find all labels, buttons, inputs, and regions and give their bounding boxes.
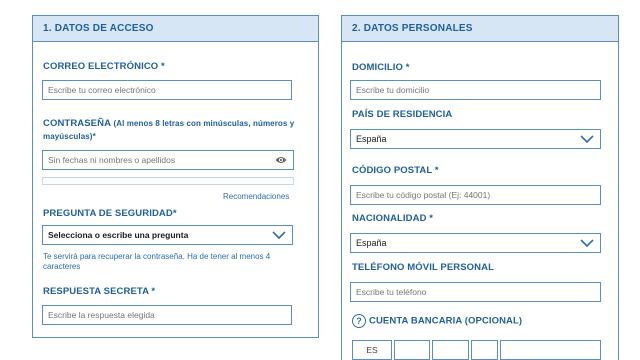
secret-answer-field[interactable]	[42, 305, 292, 325]
recommendations-link[interactable]: Recomendaciones	[223, 192, 289, 201]
personal-data-header: 2. DATOS PERSONALES	[341, 15, 619, 42]
chevron-down-icon	[580, 239, 594, 248]
nationality-value: España	[356, 238, 387, 248]
chevron-down-icon	[272, 231, 286, 240]
phone-field[interactable]	[350, 282, 601, 302]
iban-field-dc[interactable]	[471, 340, 498, 360]
password-label-text: CONTRASEÑA	[43, 118, 111, 129]
access-data-title: 1. DATOS DE ACCESO	[43, 23, 154, 34]
eye-icon[interactable]	[275, 155, 287, 165]
address-field[interactable]	[350, 80, 601, 100]
iban-field-office[interactable]	[432, 340, 469, 360]
nationality-select[interactable]: España	[350, 233, 601, 253]
iban-country-prefix: ES	[352, 340, 392, 360]
security-hint-line2: caracteres	[43, 262, 81, 271]
email-label: CORREO ELECTRÓNICO *	[43, 61, 165, 72]
password-label: CONTRASEÑA (Al menos 8 letras con minúsc…	[43, 117, 298, 143]
postal-code-field[interactable]	[350, 185, 601, 205]
email-field[interactable]	[42, 80, 292, 100]
security-question-label: PREGUNTA DE SEGURIDAD*	[43, 208, 177, 219]
password-rules: (Al menos 8 letras con minúsculas, númer…	[113, 119, 295, 128]
bank-account-label-text: CUENTA BANCARIA (OPCIONAL)	[369, 315, 523, 327]
help-icon[interactable]: ?	[352, 314, 366, 328]
country-label: PAÍS DE RESIDENCIA	[352, 109, 453, 120]
secret-answer-label: RESPUESTA SECRETA *	[43, 286, 156, 297]
personal-data-title: 2. DATOS PERSONALES	[352, 23, 473, 34]
security-question-select[interactable]: Selecciona o escribe una pregunta	[42, 225, 293, 245]
country-value: España	[356, 134, 387, 144]
country-select[interactable]: España	[350, 129, 601, 149]
access-data-header: 1. DATOS DE ACCESO	[32, 15, 319, 42]
address-label: DOMICILIO *	[352, 62, 410, 73]
bank-account-label: ? CUENTA BANCARIA (OPCIONAL)	[352, 314, 522, 328]
security-hint-line1: Te servirá para recuperar la contraseña.…	[43, 252, 271, 261]
iban-field-account[interactable]	[500, 340, 601, 360]
security-question-hint: Te servirá para recuperar la contraseña.…	[43, 252, 270, 272]
password-strength-bar	[42, 177, 294, 185]
security-question-value: Selecciona o escribe una pregunta	[48, 230, 189, 240]
password-rules-cont: mayúsculas)*	[43, 132, 96, 141]
nationality-label: NACIONALIDAD *	[352, 213, 434, 224]
chevron-down-icon	[580, 135, 594, 144]
phone-label: TELÉFONO MÓVIL PERSONAL	[352, 262, 494, 273]
postal-code-label: CÓDIGO POSTAL *	[352, 165, 439, 176]
iban-field-entity[interactable]	[394, 340, 430, 360]
password-field-wrap[interactable]	[42, 150, 294, 170]
password-field[interactable]	[43, 151, 268, 169]
